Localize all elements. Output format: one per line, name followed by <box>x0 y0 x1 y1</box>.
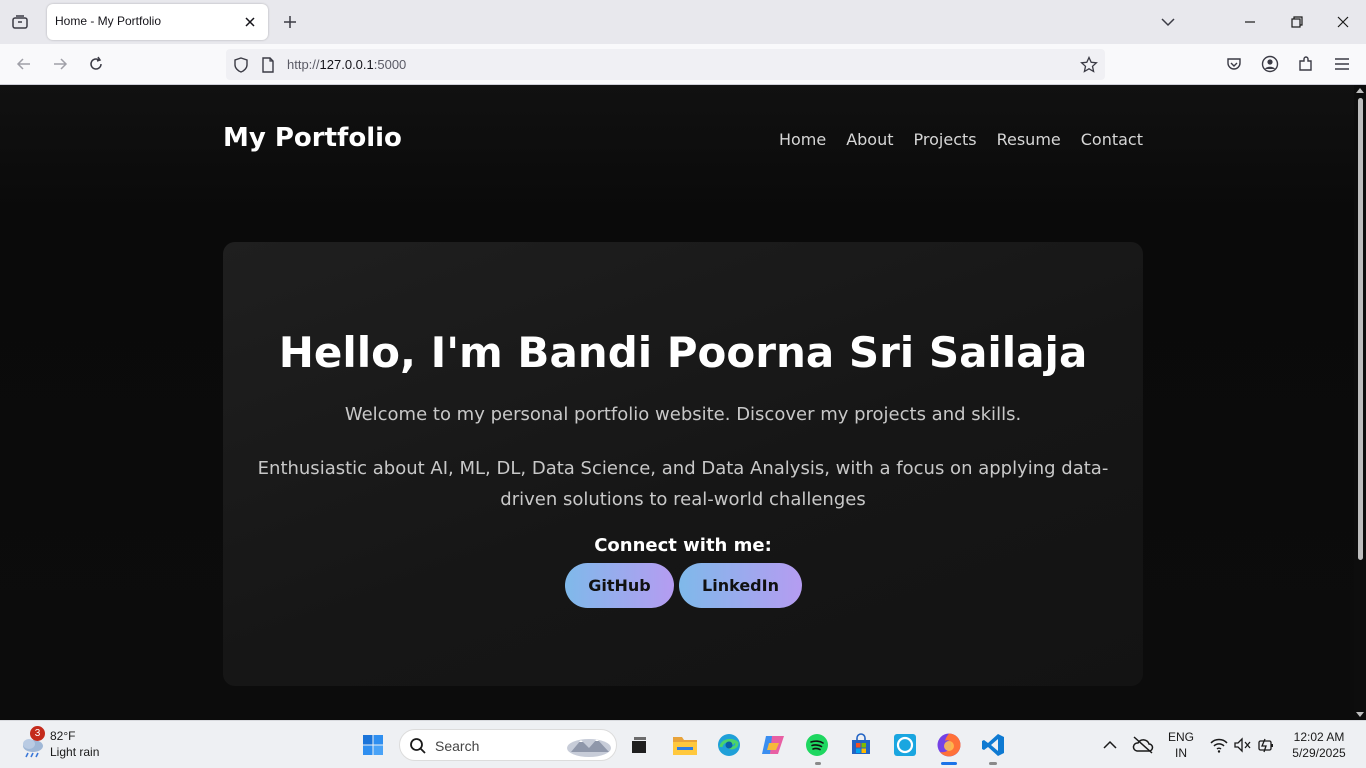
nav-projects[interactable]: Projects <box>914 130 977 149</box>
firefox-icon[interactable] <box>933 729 965 761</box>
language-code[interactable]: ENG <box>1165 730 1197 744</box>
hero-title: Hello, I'm Bandi Poorna Sri Sailaja <box>278 328 1088 377</box>
store-icon[interactable] <box>845 729 877 761</box>
taskbar: 3 82°F Light rain Search ENG IN 12:02 AM… <box>0 720 1366 768</box>
new-tab-icon[interactable] <box>279 11 301 33</box>
edge-icon[interactable] <box>713 729 745 761</box>
nav-resume[interactable]: Resume <box>997 130 1061 149</box>
shield-icon[interactable] <box>229 53 253 77</box>
search-icon <box>409 737 427 759</box>
forward-icon[interactable] <box>48 52 72 76</box>
github-button[interactable]: GitHub <box>565 563 674 608</box>
site-brand[interactable]: My Portfolio <box>223 123 402 153</box>
tab-list-icon[interactable] <box>8 10 32 34</box>
nav-about[interactable]: About <box>846 130 893 149</box>
close-tab-icon[interactable] <box>240 12 260 32</box>
scroll-thumb[interactable] <box>1358 98 1363 560</box>
tab-title: Home - My Portfolio <box>55 14 162 28</box>
active-tab[interactable]: Home - My Portfolio <box>47 4 268 40</box>
account-icon[interactable] <box>1258 52 1282 76</box>
hero-subtitle: Welcome to my personal portfolio website… <box>344 404 1022 425</box>
extensions-icon[interactable] <box>1294 52 1318 76</box>
site-nav: Home About Projects Resume Contact <box>779 130 1143 149</box>
url-bar[interactable]: http://127.0.0.1:5000 <box>226 49 1105 80</box>
navigation-bar: http://127.0.0.1:5000 <box>0 44 1366 85</box>
file-explorer-icon[interactable] <box>669 729 701 761</box>
reload-icon[interactable] <box>84 52 108 76</box>
hero-card: Hello, I'm Bandi Poorna Sri Sailaja Welc… <box>223 242 1143 686</box>
nav-home[interactable]: Home <box>779 130 826 149</box>
hero-description: Enthusiastic about AI, ML, DL, Data Scie… <box>257 458 1109 510</box>
minimize-icon[interactable] <box>1238 10 1262 34</box>
url-scheme: http:// <box>287 57 320 72</box>
nav-contact[interactable]: Contact <box>1081 130 1143 149</box>
weather-widget[interactable]: 3 82°F Light rain <box>18 726 128 762</box>
tab-bar: Home - My Portfolio <box>0 0 1366 44</box>
scroll-down-icon[interactable] <box>1356 712 1364 717</box>
close-window-icon[interactable] <box>1331 10 1355 34</box>
back-icon[interactable] <box>12 52 36 76</box>
clock-date[interactable]: 5/29/2025 <box>1286 746 1352 760</box>
page-icon[interactable] <box>256 53 280 77</box>
list-all-tabs-icon[interactable] <box>1156 10 1180 34</box>
url-port: :5000 <box>373 57 407 72</box>
onedrive-offline-icon[interactable] <box>1127 729 1159 761</box>
firefox-active-indicator <box>941 762 957 765</box>
pocket-icon[interactable] <box>1222 52 1246 76</box>
language-region[interactable]: IN <box>1165 746 1197 760</box>
start-icon[interactable] <box>357 729 389 761</box>
task-view-icon[interactable] <box>623 729 655 761</box>
tray-overflow-icon[interactable] <box>1094 729 1126 761</box>
linkedin-button[interactable]: LinkedIn <box>679 563 802 608</box>
search-highlight-icon <box>565 734 613 762</box>
vscode-running-indicator <box>989 762 997 765</box>
alexa-icon[interactable] <box>889 729 921 761</box>
taskbar-search[interactable]: Search <box>399 729 617 761</box>
connect-label: Connect with me: <box>594 535 772 556</box>
bookmark-star-icon[interactable] <box>1077 53 1101 77</box>
vscode-icon[interactable] <box>977 729 1009 761</box>
spotify-icon[interactable] <box>801 729 833 761</box>
search-placeholder: Search <box>435 738 480 754</box>
restore-icon[interactable] <box>1285 10 1309 34</box>
spotify-running-indicator <box>815 762 821 765</box>
menu-icon[interactable] <box>1330 52 1354 76</box>
web-page: My Portfolio Home About Projects Resume … <box>0 85 1354 720</box>
weather-condition: Light rain <box>50 745 100 759</box>
copilot-icon[interactable] <box>757 729 789 761</box>
url-text[interactable]: http://127.0.0.1:5000 <box>287 57 406 72</box>
battery-icon[interactable] <box>1250 729 1282 761</box>
clock-time[interactable]: 12:02 AM <box>1286 730 1352 744</box>
scroll-up-icon[interactable] <box>1356 88 1364 93</box>
weather-temperature: 82°F <box>50 729 76 743</box>
weather-badge: 3 <box>30 726 45 741</box>
page-scrollbar[interactable] <box>1354 85 1366 720</box>
url-host: 127.0.0.1 <box>319 57 374 72</box>
social-links: GitHub LinkedIn <box>565 563 802 608</box>
